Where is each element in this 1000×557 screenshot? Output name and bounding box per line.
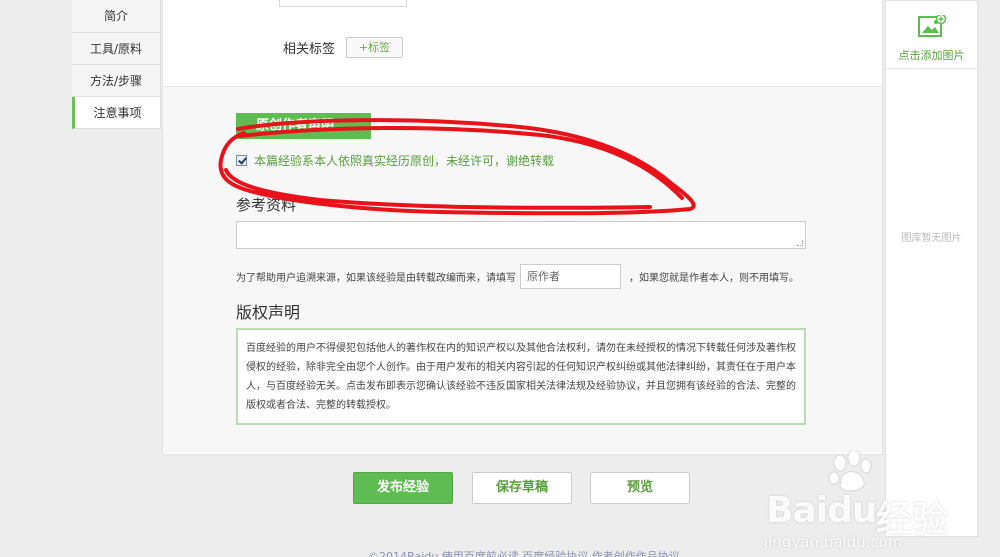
previous-input-field[interactable] bbox=[279, 0, 407, 7]
step-nav: 简介 工具/原料 方法/步骤 注意事项 bbox=[72, 0, 161, 129]
tags-section: 相关标签 +标签 bbox=[163, 0, 882, 87]
tags-label: 相关标签 bbox=[283, 42, 336, 57]
publish-button[interactable]: 发布经验 bbox=[353, 472, 453, 504]
copyright-heading: 版权声明 bbox=[236, 303, 301, 322]
copyright-text: 百度经验的用户不得侵犯包括他人的著作权在内的知识产权以及其他合法权利，请勿在未经… bbox=[236, 328, 806, 425]
watermark-url: jingyan.baidu.com bbox=[764, 533, 903, 551]
references-hint: 为了帮助用户追溯来源，如果该经验是由转载改编而来，请填写 原作者 ，如果您就是作… bbox=[236, 263, 799, 289]
original-declaration-text[interactable]: 本篇经验系本人依照真实经历原创，未经许可，谢绝转载 bbox=[254, 152, 554, 169]
hint-text-before: 为了帮助用户追溯来源，如果该经验是由转载改编而来，请填写 bbox=[236, 272, 516, 284]
add-image-icon bbox=[917, 13, 947, 44]
add-image-button[interactable]: 点击添加图片 bbox=[886, 1, 977, 69]
paw-logo-icon bbox=[828, 450, 872, 492]
preview-button[interactable]: 预览 bbox=[590, 472, 690, 504]
hint-text-after: ，如果您就是作者本人，则不用填写。 bbox=[629, 272, 799, 284]
save-draft-button[interactable]: 保存草稿 bbox=[472, 472, 572, 504]
baidu-jingyan-watermark: Baidu 经验 jingyan.baidu.com bbox=[758, 450, 988, 551]
watermark-brand: Baidu bbox=[766, 490, 877, 531]
add-tag-button[interactable]: +标签 bbox=[346, 37, 403, 58]
original-declaration-checkbox[interactable] bbox=[236, 154, 247, 166]
original-author-input[interactable]: 原作者 bbox=[520, 263, 621, 289]
references-textarea[interactable] bbox=[236, 221, 806, 249]
original-declaration-bar: 原创作者声明 bbox=[236, 113, 371, 139]
nav-item-tools[interactable]: 工具/原料 bbox=[72, 33, 160, 65]
editor-card: 相关标签 +标签 原创作者声明 本篇经验系本人依照真实经历原创，未经许可，谢绝转… bbox=[162, 0, 883, 455]
footer-links: ©2014Baidu 使用百度前必读 百度经验协议 作者创作作品协议 bbox=[368, 550, 680, 557]
no-image-text: 图库暂无图片 bbox=[901, 233, 962, 244]
nav-item-steps[interactable]: 方法/步骤 bbox=[72, 65, 160, 97]
add-image-label: 点击添加图片 bbox=[898, 49, 965, 62]
references-heading: 参考资料 bbox=[236, 196, 297, 214]
nav-item-intro[interactable]: 简介 bbox=[72, 0, 160, 33]
resize-grip-icon[interactable] bbox=[797, 240, 803, 246]
original-declaration-row: 本篇经验系本人依照真实经历原创，未经许可，谢绝转载 bbox=[236, 152, 554, 168]
nav-item-notes[interactable]: 注意事项 bbox=[72, 97, 160, 129]
